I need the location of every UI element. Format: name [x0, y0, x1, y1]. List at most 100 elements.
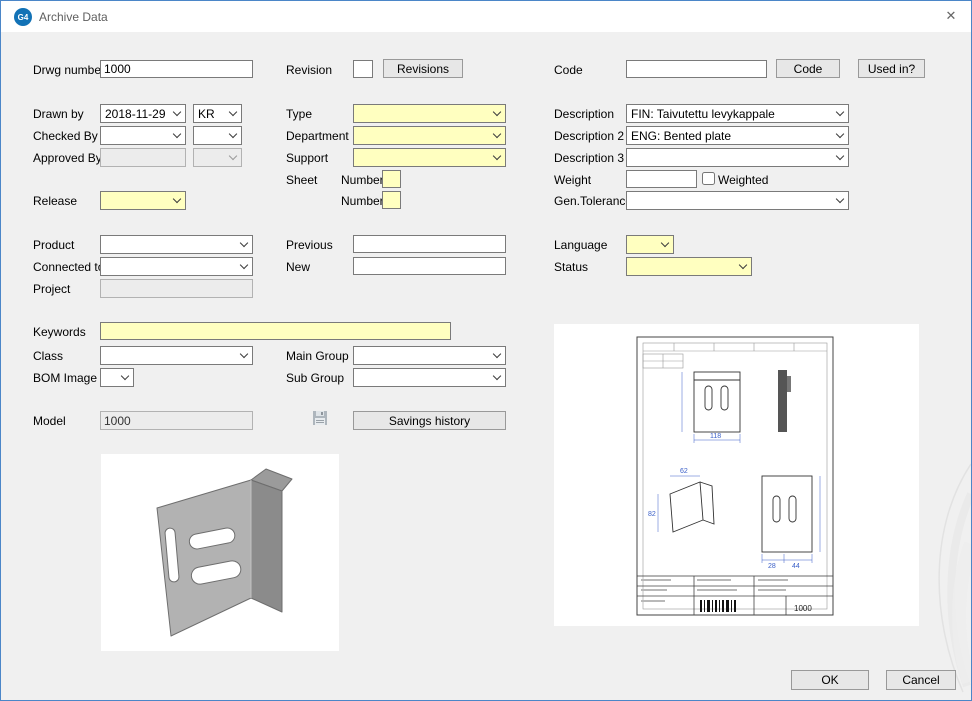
drawn-by-initials-value: KR [198, 107, 215, 121]
chevron-down-icon [229, 108, 237, 116]
drawn-by-initials-select[interactable]: KR [193, 104, 242, 123]
weighted-label: Weighted [718, 173, 768, 187]
main-group-select[interactable] [353, 346, 506, 365]
revisions-button[interactable]: Revisions [383, 59, 463, 78]
checked-by-initials-select[interactable] [193, 126, 242, 145]
type-label: Type [286, 107, 312, 121]
sheet-number-label: Number [341, 173, 384, 187]
chevron-down-icon [121, 372, 129, 380]
sheet-number2-input[interactable] [382, 191, 401, 209]
support-label: Support [286, 151, 328, 165]
chevron-down-icon [229, 130, 237, 138]
release-select[interactable] [100, 191, 186, 210]
used-in-button[interactable]: Used in? [858, 59, 925, 78]
sheet-number-input[interactable] [382, 170, 401, 188]
product-select[interactable] [100, 235, 253, 254]
ok-button[interactable]: OK [791, 670, 869, 690]
drawing-preview: 118 62 82 28 44 [554, 324, 919, 626]
drwg-number-label: Drwg number [33, 63, 105, 77]
drwg-number-input[interactable] [100, 60, 253, 78]
dimension-text: 62 [680, 468, 688, 475]
chevron-down-icon [493, 152, 501, 160]
weight-input[interactable] [626, 170, 697, 188]
approved-by-label: Approved By [33, 151, 102, 165]
weighted-checkbox[interactable] [702, 172, 715, 185]
model-label: Model [33, 414, 66, 428]
main-group-label: Main Group [286, 349, 349, 363]
description2-select[interactable]: ENG: Bented plate [626, 126, 849, 145]
archive-data-dialog: G4 Archive Data ✕ Drwg number Revision R… [0, 0, 972, 701]
language-label: Language [554, 238, 607, 252]
title-bar: G4 Archive Data ✕ [1, 1, 971, 32]
bom-image-select[interactable] [100, 368, 134, 387]
status-select[interactable] [626, 257, 752, 276]
new-label: New [286, 260, 310, 274]
model-input [100, 411, 253, 430]
chevron-down-icon [173, 108, 181, 116]
approved-by-date-input [100, 148, 186, 167]
model-3d-preview-image [101, 454, 339, 651]
chevron-down-icon [240, 350, 248, 358]
drawn-by-date-value: 2018-11-29 [105, 107, 166, 121]
dimension-text: 118 [710, 433, 721, 440]
approved-by-initials-select [193, 148, 242, 167]
sub-group-select[interactable] [353, 368, 506, 387]
checked-by-date-select[interactable] [100, 126, 186, 145]
chevron-down-icon [173, 130, 181, 138]
description-select[interactable]: FIN: Taivutettu levykappale [626, 104, 849, 123]
model-3d-preview [101, 454, 339, 651]
keywords-input[interactable] [100, 322, 451, 340]
dimension-text: 44 [792, 563, 800, 570]
chevron-down-icon [240, 261, 248, 269]
class-label: Class [33, 349, 63, 363]
chevron-down-icon [661, 239, 669, 247]
background-watermark [901, 454, 971, 694]
dimension-text: 82 [648, 511, 656, 518]
revision-input[interactable] [353, 60, 373, 78]
department-label: Department [286, 129, 349, 143]
app-logo-icon: G4 [14, 8, 32, 26]
save-disk-icon[interactable] [311, 409, 329, 427]
release-label: Release [33, 194, 77, 208]
chevron-down-icon [836, 152, 844, 160]
description-value: FIN: Taivutettu levykappale [631, 107, 775, 121]
drawn-by-date-select[interactable]: 2018-11-29 [100, 104, 186, 123]
gen-tolerances-select[interactable] [626, 191, 849, 210]
language-select[interactable] [626, 235, 674, 254]
code-button[interactable]: Code [776, 59, 840, 78]
chevron-down-icon [836, 130, 844, 138]
chevron-down-icon [836, 195, 844, 203]
code-label: Code [554, 63, 583, 77]
type-select[interactable] [353, 104, 506, 123]
description3-label: Description 3 [554, 151, 624, 165]
chevron-down-icon [493, 130, 501, 138]
revision-label: Revision [286, 63, 332, 77]
chevron-down-icon [493, 350, 501, 358]
connected-to-select[interactable] [100, 257, 253, 276]
previous-label: Previous [286, 238, 333, 252]
bom-image-label: BOM Image [33, 371, 97, 385]
cancel-button[interactable]: Cancel [886, 670, 956, 690]
new-input[interactable] [353, 257, 506, 275]
drawing-preview-image: 118 62 82 28 44 [554, 324, 919, 626]
previous-input[interactable] [353, 235, 506, 253]
product-label: Product [33, 238, 74, 252]
description2-value: ENG: Bented plate [631, 129, 731, 143]
chevron-down-icon [173, 195, 181, 203]
window-title: Archive Data [39, 10, 108, 24]
status-label: Status [554, 260, 588, 274]
department-select[interactable] [353, 126, 506, 145]
support-select[interactable] [353, 148, 506, 167]
close-icon[interactable]: ✕ [939, 5, 963, 27]
chevron-down-icon [739, 261, 747, 269]
drawing-sheet-number: 1000 [794, 604, 812, 613]
dimension-text: 28 [768, 563, 776, 570]
description3-select[interactable] [626, 148, 849, 167]
class-select[interactable] [100, 346, 253, 365]
chevron-down-icon [493, 372, 501, 380]
code-input[interactable] [626, 60, 767, 78]
savings-history-button[interactable]: Savings history [353, 411, 506, 430]
sub-group-label: Sub Group [286, 371, 344, 385]
keywords-label: Keywords [33, 325, 86, 339]
connected-to-label: Connected to [33, 260, 104, 274]
